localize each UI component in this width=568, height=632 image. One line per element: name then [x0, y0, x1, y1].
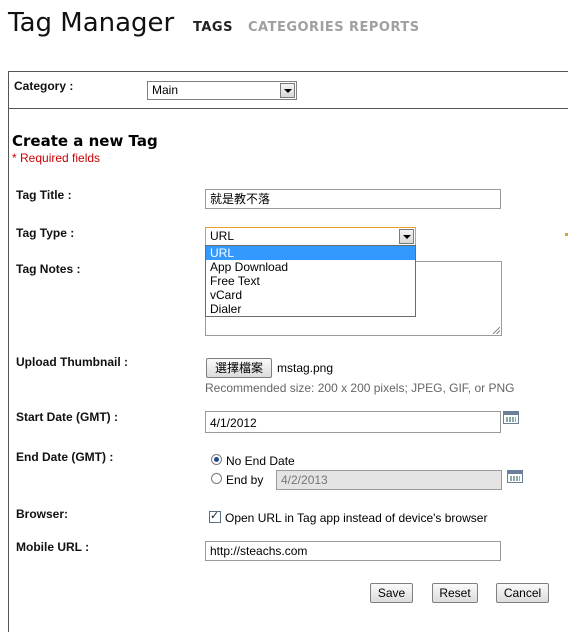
reset-button[interactable]: Reset: [432, 583, 478, 603]
option-dialer[interactable]: Dialer: [206, 302, 415, 316]
tab-tags[interactable]: TAGS: [193, 20, 233, 35]
no-end-date-label: No End Date: [226, 454, 295, 468]
chevron-down-icon[interactable]: [399, 229, 414, 244]
selected-filename: mstag.png: [277, 361, 334, 375]
option-free-text[interactable]: Free Text: [206, 274, 415, 288]
tag-title-input[interactable]: 就是教不落: [205, 189, 501, 209]
browser-label: Browser:: [16, 507, 69, 521]
upload-thumbnail-label: Upload Thumbnail :: [16, 355, 128, 369]
calendar-icon[interactable]: [503, 411, 519, 424]
category-select[interactable]: Main: [147, 81, 297, 100]
category-divider: [8, 108, 568, 109]
save-button[interactable]: Save: [370, 583, 413, 603]
category-label: Category :: [14, 79, 74, 93]
thumbnail-hint: Recommended size: 200 x 200 pixels; JPEG…: [205, 381, 515, 395]
app-title: Tag Manager: [8, 8, 175, 38]
option-vcard[interactable]: vCard: [206, 288, 415, 302]
category-select-value: Main: [152, 83, 179, 97]
chevron-down-icon[interactable]: [280, 83, 295, 98]
open-in-app-label: Open URL in Tag app instead of device's …: [225, 511, 488, 525]
no-end-date-radio[interactable]: [211, 454, 222, 465]
end-date-label: End Date (GMT) :: [16, 450, 114, 464]
start-date-label: Start Date (GMT) :: [16, 410, 118, 424]
choose-file-button[interactable]: 選擇檔案: [206, 358, 272, 378]
end-by-label: End by: [226, 473, 264, 487]
resize-handle-icon[interactable]: [493, 327, 500, 334]
tag-title-label: Tag Title :: [16, 188, 72, 202]
mobile-url-label: Mobile URL :: [16, 540, 90, 554]
form-heading: Create a new Tag: [12, 132, 158, 150]
tag-type-label: Tag Type :: [16, 226, 75, 240]
tag-type-select[interactable]: URL: [205, 227, 416, 246]
tag-type-dropdown-list: URL App Download Free Text vCard Dialer: [205, 245, 416, 317]
option-app-download[interactable]: App Download: [206, 260, 415, 274]
cancel-button[interactable]: Cancel: [496, 583, 549, 603]
calendar-icon[interactable]: [507, 470, 523, 483]
required-note: * Required fields: [12, 151, 101, 165]
end-by-radio[interactable]: [211, 473, 222, 484]
tab-categories[interactable]: CATEGORIES: [248, 20, 344, 35]
tag-notes-label: Tag Notes :: [16, 262, 81, 276]
end-by-date-input[interactable]: 4/2/2013: [276, 470, 502, 490]
tab-reports[interactable]: REPORTS: [349, 20, 420, 35]
option-url[interactable]: URL: [206, 246, 415, 260]
start-date-input[interactable]: 4/1/2012: [205, 411, 501, 433]
open-in-app-checkbox[interactable]: [209, 509, 221, 523]
mobile-url-input[interactable]: http://steachs.com: [205, 541, 501, 561]
tag-type-select-value: URL: [210, 229, 235, 243]
